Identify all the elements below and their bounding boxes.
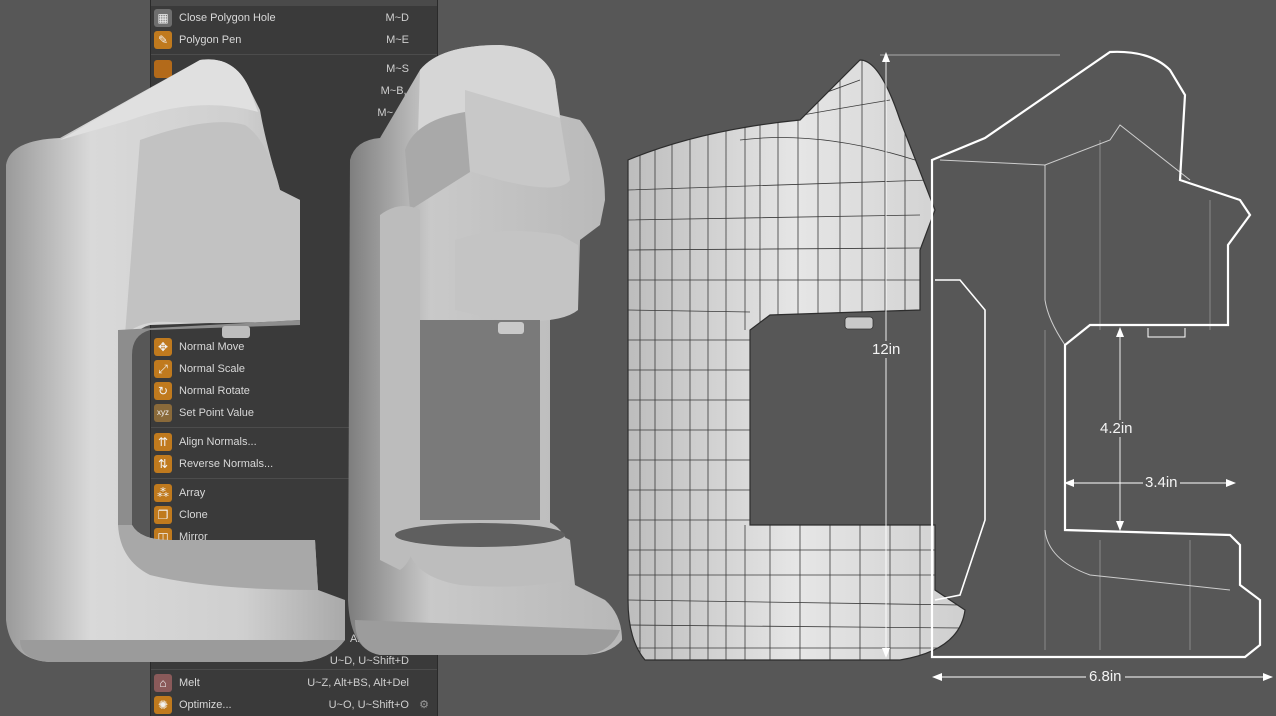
viewport: ▦ Close Polygon Hole M~D ✎ Polygon Pen M… [0,0,1276,716]
model-smooth-front [348,45,622,655]
model-wireframe [627,59,966,661]
model-smooth-side [6,59,345,662]
opening-dimension-label: 3.4in [1143,474,1180,491]
depth-dimension-label: 4.2in [1098,420,1135,437]
height-dimension-label: 12in [870,341,903,358]
model-views [6,45,1273,681]
width-dimension-label: 6.8in [1086,668,1125,685]
blueprint-drawing [880,50,1273,681]
